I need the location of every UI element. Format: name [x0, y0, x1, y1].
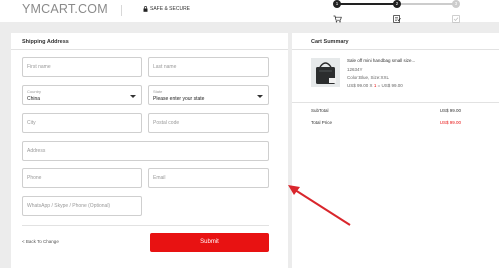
subtotal-label: SubTotal: [311, 108, 329, 113]
product-name[interactable]: Sale off mini handbag small size...: [347, 58, 415, 63]
back-to-change-link[interactable]: < Back To Change: [22, 239, 59, 244]
total-price-value: US$ 99.00: [439, 120, 461, 125]
last-name-field[interactable]: Last name: [148, 57, 269, 77]
country-select[interactable]: Country China: [22, 85, 142, 105]
cart-summary-title: Cart Summary: [311, 39, 349, 45]
whatsapp-field[interactable]: WhatsApp / Skype / Phone (Optional): [22, 196, 142, 216]
top-header: YMCART.COM SAFE & SECURE 1 2 3: [0, 0, 499, 23]
product-variant: Color:Blue, Size:XXL: [347, 75, 390, 80]
state-label: State: [153, 89, 163, 94]
whatsapp-placeholder: WhatsApp / Skype / Phone (Optional): [27, 203, 111, 209]
state-value: Please enter your state: [153, 96, 205, 102]
product-line-total: US$ 99.00: [381, 83, 403, 88]
product-qty: 1: [373, 83, 377, 88]
country-label: Country: [27, 89, 42, 94]
city-placeholder: City: [27, 120, 36, 126]
form-footer-divider: [22, 225, 269, 226]
chevron-down-icon: [257, 95, 263, 98]
first-name-placeholder: First name: [27, 64, 51, 70]
total-price-label: Total Price: [311, 120, 333, 125]
step-connector-1: [338, 3, 398, 5]
chevron-down-icon: [130, 95, 136, 98]
first-name-field[interactable]: First name: [22, 57, 142, 77]
address-placeholder: Address: [27, 148, 46, 154]
phone-field[interactable]: Phone: [22, 168, 142, 188]
product-line-sep: =: [377, 83, 381, 88]
product-price-line: US$ 99.00 X 1 = US$ 99.00: [347, 83, 403, 88]
state-select[interactable]: State Please enter your state: [148, 85, 269, 105]
step-connector-2: [398, 3, 456, 5]
postal-code-field[interactable]: Postal code: [148, 113, 269, 133]
lock-icon: [143, 6, 148, 12]
postal-code-placeholder: Postal code: [153, 120, 180, 126]
checkout-steps: 1 2 3: [332, 0, 462, 23]
country-value: China: [27, 96, 41, 102]
cart-icon: [333, 10, 342, 28]
secure-label: SAFE & SECURE: [150, 6, 191, 12]
phone-placeholder: Phone: [27, 175, 42, 181]
step-2: 2: [393, 0, 401, 8]
step-1: 1: [333, 0, 341, 8]
summary-items-divider: [292, 102, 499, 103]
last-name-placeholder: Last name: [153, 64, 177, 70]
secure-badge: SAFE & SECURE: [143, 6, 190, 12]
edit-form-icon: [393, 10, 401, 28]
step-3: 3: [452, 0, 460, 8]
product-image[interactable]: [311, 58, 340, 87]
submit-button[interactable]: Submit: [150, 233, 269, 252]
city-field[interactable]: City: [22, 113, 142, 133]
product-sku: 12634Y: [347, 67, 363, 72]
address-field[interactable]: Address: [22, 141, 269, 161]
shipping-title: Shipping Address: [22, 39, 69, 45]
email-field[interactable]: Email: [148, 168, 269, 188]
subtotal-value: US$ 99.00: [439, 108, 461, 113]
product-qty-prefix: X: [369, 83, 373, 88]
header-divider: [121, 5, 122, 16]
confirm-icon: [452, 10, 460, 28]
product-unit-price: US$ 99.00: [347, 83, 369, 88]
site-logo[interactable]: YMCART.COM: [22, 2, 108, 16]
shipping-title-divider: [11, 49, 288, 50]
email-placeholder: Email: [153, 175, 166, 181]
summary-title-divider: [292, 49, 499, 50]
